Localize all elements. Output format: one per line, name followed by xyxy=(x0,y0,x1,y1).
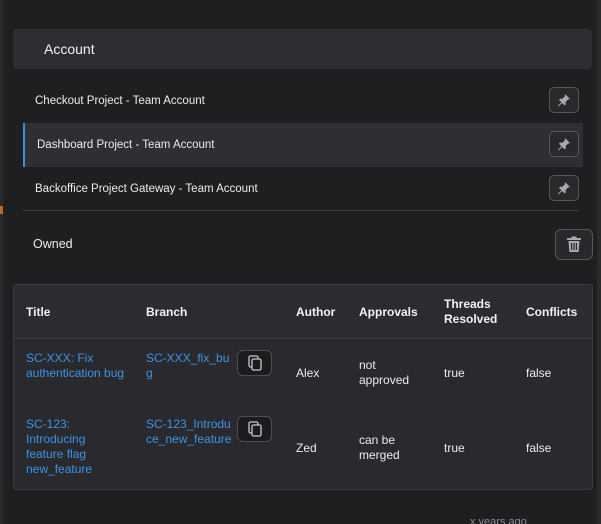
threads-resolved-cell: true xyxy=(444,366,465,380)
account-item-label: Dashboard Project - Team Account xyxy=(37,139,215,151)
pin-icon xyxy=(558,182,570,195)
timestamp-partial: x years ago xyxy=(470,516,527,524)
merge-requests-table: Title Branch Author Approvals Threads Re… xyxy=(13,284,593,490)
divider xyxy=(23,210,579,211)
branch-link[interactable]: SC-XXX_fix_bug xyxy=(146,351,236,381)
right-panel-edge xyxy=(597,0,601,524)
account-list: Checkout Project - Team Account Dashboar… xyxy=(23,79,583,211)
threads-resolved-cell: true xyxy=(444,441,465,455)
left-panel-edge xyxy=(0,0,3,524)
delete-button[interactable] xyxy=(555,229,593,260)
left-panel-marker xyxy=(0,206,3,214)
mr-title-link[interactable]: SC-123: Introducing feature flag new_fea… xyxy=(26,417,126,477)
author-cell: Zed xyxy=(296,441,317,455)
approvals-cell: can be merged xyxy=(359,433,400,462)
account-item-checkout[interactable]: Checkout Project - Team Account xyxy=(23,79,583,123)
mr-title-link[interactable]: SC-XXX: Fix authentication bug xyxy=(26,351,126,381)
column-header-conflicts: Conflicts xyxy=(526,305,578,319)
pin-button[interactable] xyxy=(549,87,579,113)
pin-icon xyxy=(558,94,570,107)
copy-branch-button[interactable] xyxy=(237,416,272,442)
account-item-label: Backoffice Project Gateway - Team Accoun… xyxy=(35,183,258,195)
column-header-approvals: Approvals xyxy=(359,305,418,319)
pin-button[interactable] xyxy=(549,131,579,157)
copy-branch-button[interactable] xyxy=(237,350,272,376)
pin-button[interactable] xyxy=(549,175,579,201)
account-header: Account xyxy=(13,29,592,69)
column-header-author: Author xyxy=(296,305,336,319)
pin-icon xyxy=(558,138,570,151)
approvals-cell: not approved xyxy=(359,358,410,387)
account-item-dashboard[interactable]: Dashboard Project - Team Account xyxy=(23,123,583,167)
column-header-title: Title xyxy=(26,305,51,319)
app-window: Account Checkout Project - Team Account … xyxy=(0,0,601,524)
account-item-label: Checkout Project - Team Account xyxy=(35,95,205,107)
column-header-threads-resolved: Threads Resolved xyxy=(444,297,498,326)
column-header-branch: Branch xyxy=(146,305,188,319)
branch-link[interactable]: SC-123_Introduce_new_feature xyxy=(146,417,236,447)
author-cell: Alex xyxy=(296,366,320,380)
trash-icon xyxy=(567,236,581,252)
table-header: Title Branch Author Approvals Threads Re… xyxy=(14,285,592,339)
copy-icon xyxy=(247,355,262,371)
copy-icon xyxy=(247,421,262,437)
owned-label: Owned xyxy=(33,237,73,251)
account-item-backoffice[interactable]: Backoffice Project Gateway - Team Accoun… xyxy=(23,167,583,211)
conflicts-cell: false xyxy=(526,366,552,380)
header-title: Account xyxy=(44,41,95,57)
conflicts-cell: false xyxy=(526,441,552,455)
